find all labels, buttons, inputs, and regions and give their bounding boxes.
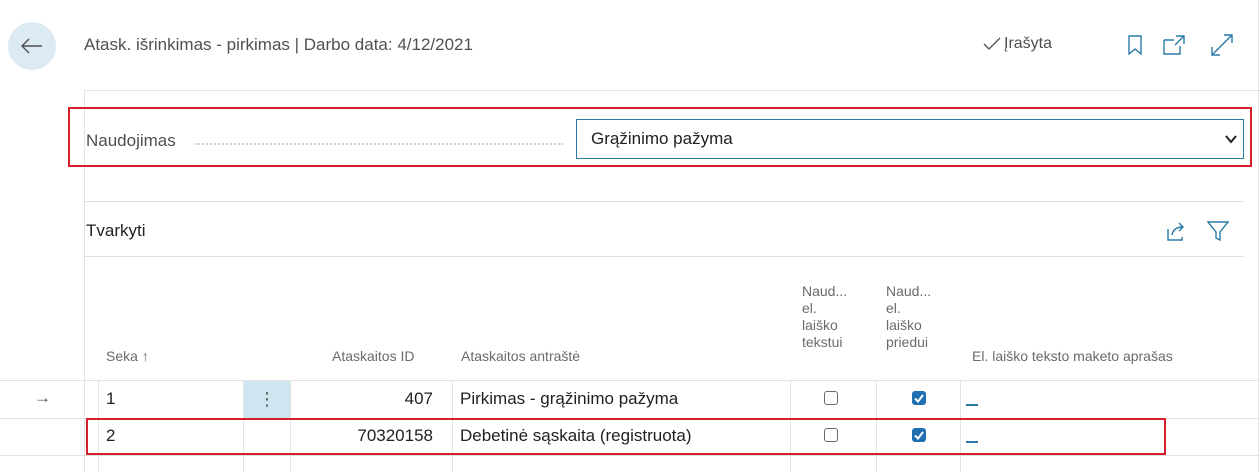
open-new-window-button[interactable] xyxy=(1162,33,1186,57)
filter-icon xyxy=(1207,221,1229,242)
col-header-use-attachment-line: el. xyxy=(886,300,901,316)
checkmark-icon xyxy=(914,393,924,403)
col-header-use-attachment[interactable]: Naud... el. laiško priedui xyxy=(886,283,931,351)
col-header-use-body-line: Naud... xyxy=(802,283,848,299)
table-header-divider xyxy=(0,380,1258,381)
content-border-right xyxy=(1258,0,1259,472)
col-header-email-layout[interactable]: El. laiško teksto maketo aprašas xyxy=(972,348,1173,365)
col-header-use-attachment-line: Naud... xyxy=(886,283,932,299)
back-arrow-icon xyxy=(21,38,42,54)
current-row-arrow-icon: → xyxy=(34,388,51,407)
check-icon xyxy=(983,37,1001,50)
cell-report-id[interactable]: 407 xyxy=(291,389,433,409)
row-actions-menu-button[interactable]: ⋮ xyxy=(244,381,290,418)
col-header-seq-label: Seka xyxy=(106,348,138,364)
col-header-use-attachment-line: priedui xyxy=(886,334,929,350)
back-button[interactable] xyxy=(8,22,56,70)
section-title: Tvarkyti xyxy=(86,221,146,240)
expand-icon xyxy=(1211,34,1233,56)
header-divider xyxy=(84,90,1260,91)
share-icon xyxy=(1167,222,1184,241)
col-header-use-body-line: laiško xyxy=(802,317,838,333)
highlight-box-usage xyxy=(68,107,1252,167)
col-header-report-id[interactable]: Ataskaitos ID xyxy=(332,348,414,365)
filter-button[interactable] xyxy=(1205,218,1231,244)
table-row-divider xyxy=(0,455,1258,456)
bookmark-button[interactable] xyxy=(1123,33,1147,57)
bookmark-icon xyxy=(1128,35,1142,55)
page-title: Atask. išrinkimas - pirkimas | Darbo dat… xyxy=(84,35,473,54)
col-header-use-body-line: el. xyxy=(802,300,817,316)
highlight-box-row xyxy=(86,418,1166,455)
section-divider-top xyxy=(84,201,1244,202)
share-button[interactable] xyxy=(1163,218,1189,244)
col-header-use-body-line: tekstui xyxy=(802,334,843,350)
saved-status: Įrašyta xyxy=(983,35,1052,53)
col-header-use-body[interactable]: Naud... el. laiško tekstui xyxy=(802,283,847,351)
col-header-seq[interactable]: Seka ↑ xyxy=(106,348,149,365)
section-divider-bottom xyxy=(84,256,1244,257)
cell-seq[interactable]: 1 xyxy=(106,389,115,409)
cell-report-caption[interactable]: Pirkimas - grąžinimo pažyma xyxy=(460,389,678,409)
use-body-checkbox[interactable] xyxy=(824,391,838,405)
col-header-report-caption[interactable]: Ataskaitos antraštė xyxy=(461,348,580,365)
sort-ascending-icon: ↑ xyxy=(141,348,149,364)
saved-status-label: Įrašyta xyxy=(1004,35,1053,52)
more-options-icon: ⋮ xyxy=(258,389,276,409)
col-header-use-attachment-line: laiško xyxy=(886,317,922,333)
expand-button[interactable] xyxy=(1210,33,1234,57)
open-new-window-icon xyxy=(1163,35,1185,55)
email-layout-lookup[interactable] xyxy=(966,404,978,406)
use-attachment-checkbox[interactable] xyxy=(912,391,926,405)
